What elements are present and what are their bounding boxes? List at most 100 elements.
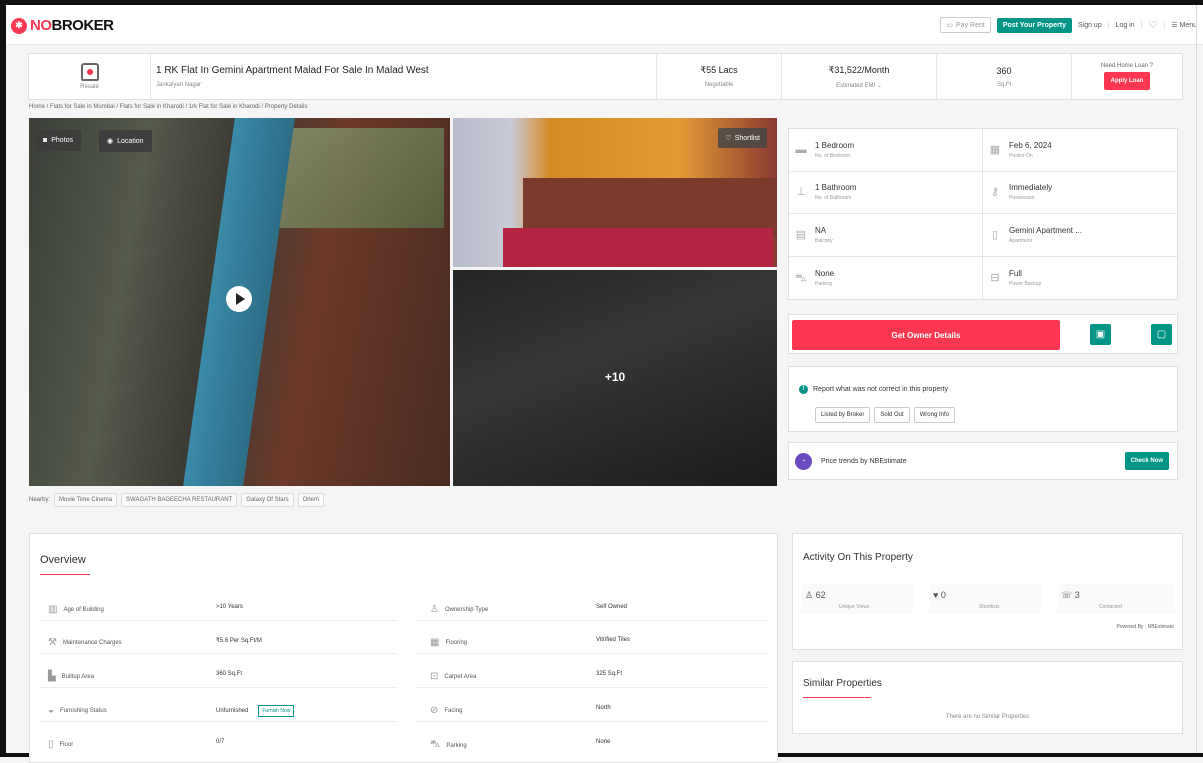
main-photo[interactable]: ◙ Photos ◉ Location	[29, 118, 450, 486]
detail-value: 1 Bedroom	[815, 140, 855, 150]
nearby-chip[interactable]: Orlem	[297, 493, 324, 507]
category-label: Resale	[80, 84, 99, 90]
detail-parking: ⛍ None Parking	[789, 256, 983, 299]
apply-loan-button[interactable]: Apply Loan	[1103, 72, 1151, 90]
overview-label: Parking	[446, 742, 467, 749]
detail-bedroom: ▬ 1 Bedroom No. of Bedroom	[789, 129, 983, 172]
row-divider	[40, 687, 397, 688]
detail-value: 1 Bathroom	[815, 183, 857, 193]
overview-row: ▙ Builtup Area 360 Sq.Ft ⊡ Carpet Area 325…	[30, 664, 779, 688]
emi-block[interactable]: ₹31,522/Month Estimated EMI ⌄	[782, 54, 937, 99]
no-similar-text: There are no Similar Properties	[945, 714, 1030, 720]
log-in-link[interactable]: Log in	[1116, 22, 1135, 29]
nobroker-logo[interactable]: ✱ NOBROKER	[11, 17, 114, 34]
overview-value: >10 Years	[216, 604, 243, 610]
area-block: 360 Sq.Ft	[937, 54, 1072, 99]
chat-button[interactable]: ▢	[1151, 324, 1172, 345]
overview-value: 325 Sq.Ft	[596, 671, 623, 677]
detail-label: Possession	[1009, 195, 1035, 202]
detail-value: Gemini Apartment ...	[1009, 225, 1082, 235]
similar-title: Similar Properties	[803, 678, 882, 689]
overview-value: 0/7	[216, 739, 225, 745]
photos-button[interactable]: ◙ Photos	[35, 130, 82, 151]
shortlist-button[interactable]: ♡ Shortlist	[718, 128, 767, 148]
heart-icon[interactable]: ♡	[1148, 20, 1157, 31]
contacted-stat: ☏ 3 Contacted	[1057, 584, 1175, 614]
detail-label: Power Backup	[1009, 280, 1042, 287]
more-photos-count[interactable]: +10	[453, 370, 777, 384]
house-icon	[80, 63, 99, 81]
price-note: Negotiable	[704, 82, 734, 88]
bath-icon: ⊥	[796, 186, 806, 199]
overview-value: ₹5.6 Per Sq.Ft/M	[216, 638, 262, 644]
listed-by-broker-button[interactable]: Listed by Broker	[815, 407, 871, 423]
row-divider	[416, 721, 769, 722]
furnish-now-button[interactable]: Furnish Now	[258, 705, 295, 717]
report-options: Listed by Broker Sold Out Wrong Info	[815, 407, 955, 423]
similar-properties-panel: Similar Properties There are no Similar …	[792, 661, 1183, 734]
detail-value: Immediately	[1009, 183, 1053, 193]
scrollbar[interactable]	[1196, 5, 1197, 753]
post-property-button[interactable]: Post Your Property	[996, 17, 1072, 33]
area-value: 360	[996, 65, 1012, 76]
emi-note[interactable]: Estimated EMI ⌄	[836, 82, 882, 89]
overview-row: ▯ Floor 0/7 ⛍ Parking None	[30, 732, 779, 756]
play-icon[interactable]	[226, 286, 252, 312]
location-label: Location	[117, 137, 144, 145]
title-block: 1 RK Flat In Gemini Apartment Malad For …	[151, 54, 657, 99]
detail-label: Balcony	[815, 237, 833, 244]
overview-label: Facing	[444, 707, 463, 714]
sold-out-button[interactable]: Sold Out	[874, 407, 910, 423]
pay-rent-button[interactable]: ▭ Pay Rent	[940, 17, 991, 33]
overview-row: ◒ Furnishing Status Unfurnished Furnish No…	[30, 698, 779, 722]
nearby-chip[interactable]: Movie Time Cinema	[54, 493, 118, 507]
price-trend-panel: ◔ Price trends by NBEstimate Check Now	[788, 442, 1178, 480]
loan-question: Need Home Loan ?	[1100, 63, 1154, 69]
overview-label: Carpet Area	[444, 673, 477, 680]
menu-button[interactable]: ☰ Menu	[1171, 21, 1197, 29]
car-icon: ⛍	[430, 739, 441, 750]
divider: |	[1163, 21, 1166, 29]
shortlists-label: Shortlists	[979, 604, 1000, 610]
key-icon: ⚷	[990, 186, 1000, 199]
owner-actions: Get Owner Details ▣ ▢	[788, 314, 1178, 354]
powered-by: Powered By : NBEstimate	[1116, 624, 1174, 630]
photo-thumbnail-1[interactable]: ♡ Shortlist	[453, 118, 777, 267]
nearby-chip[interactable]: Galaxy Of Stars	[241, 493, 294, 507]
detail-balcony: ▤ NA Balcony	[789, 214, 983, 257]
top-navbar: ✱ NOBROKER ▭ Pay Rent Post Your Property …	[6, 5, 1203, 45]
photo-thumbnail-2[interactable]: +10	[453, 270, 777, 486]
shortlists-value: 0	[940, 590, 946, 600]
balcony-icon: ▤	[795, 228, 807, 241]
location-button[interactable]: ◉ Location	[99, 130, 152, 152]
breadcrumb[interactable]: Home / Flats for Sale in Mumbai / Flats …	[29, 104, 307, 110]
schedule-visit-button[interactable]: ▣	[1090, 324, 1111, 345]
report-text: Report what was not correct in this prop…	[813, 386, 949, 393]
nav-actions: ▭ Pay Rent Post Your Property Sign up | L…	[940, 17, 1197, 33]
maintenance-icon: ⚒	[48, 637, 57, 648]
shortlists-stat: ♥ 0 Shortlists	[929, 584, 1041, 614]
nearby-chip[interactable]: SWAGATH BAGEECHA RESTAURANT	[121, 493, 238, 507]
building-age-icon: ▥	[48, 604, 58, 615]
wrong-info-button[interactable]: Wrong Info	[913, 407, 955, 423]
chart-icon: ◔	[795, 453, 812, 470]
detail-label: No. of Bathroom	[815, 195, 852, 202]
views-value: 62	[815, 590, 826, 600]
overview-value: Vitrified Tiles	[596, 637, 630, 643]
get-owner-details-button[interactable]: Get Owner Details	[792, 320, 1060, 350]
property-header: Resale 1 RK Flat In Gemini Apartment Mal…	[28, 53, 1183, 100]
overview-row: ▥ Age of Building >10 Years ♙ Ownership Ty…	[30, 597, 779, 621]
detail-value: Feb 6, 2024	[1009, 140, 1052, 150]
row-divider	[40, 721, 397, 722]
logo-icon: ✱	[11, 17, 27, 34]
building-icon: ▯	[991, 228, 999, 241]
sign-up-link[interactable]: Sign up	[1078, 22, 1102, 29]
detail-label: Posted On	[1009, 152, 1033, 159]
locality: Jankalyan Nagar	[156, 82, 202, 88]
activity-title: Activity On This Property	[803, 552, 913, 563]
property-title: 1 RK Flat In Gemini Apartment Malad For …	[156, 65, 429, 76]
overview-value: 360 Sq.Ft	[216, 671, 243, 677]
nearby-label: Nearby:	[29, 497, 51, 503]
loan-block: Need Home Loan ? Apply Loan	[1072, 54, 1182, 99]
check-now-button[interactable]: Check Now	[1124, 452, 1169, 470]
